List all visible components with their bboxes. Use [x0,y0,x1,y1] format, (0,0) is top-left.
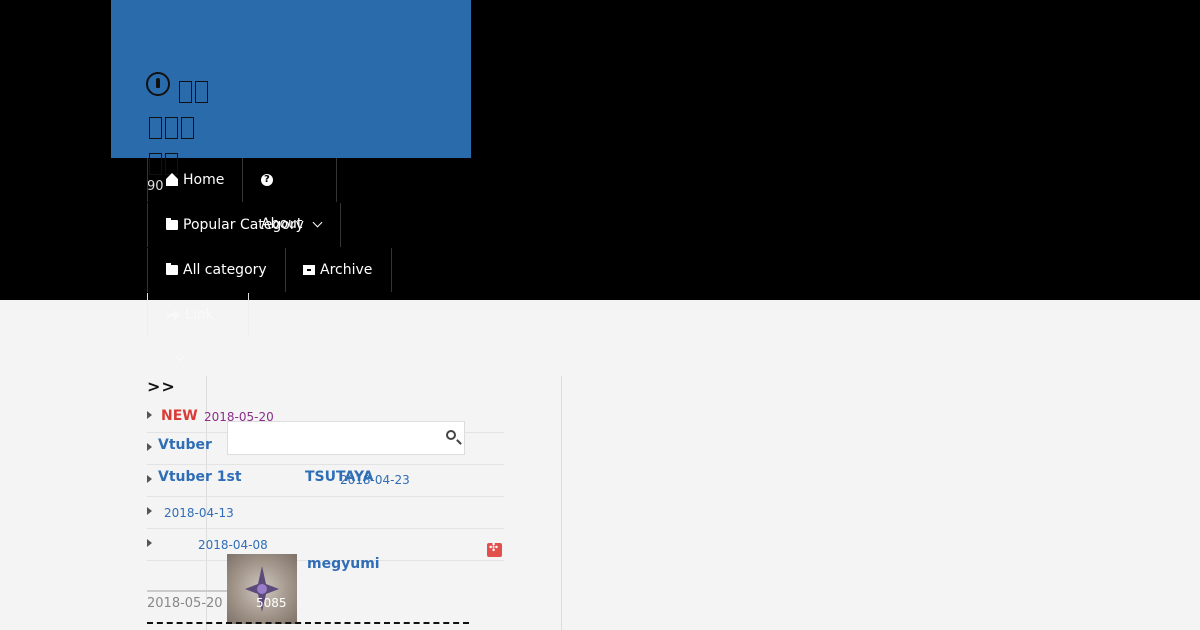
breadcrumb[interactable]: >> [147,377,176,396]
post-date: 2018-05-20 [147,596,223,611]
avatar[interactable] [227,554,297,624]
list-item-date: 2018-04-23 [340,473,410,487]
nav-all-category-label: All category [183,262,267,278]
nav-archive-label: Archive [320,262,373,278]
folder-icon [166,263,178,275]
bullet-icon [147,443,152,451]
archive-icon [303,265,315,275]
nav-archive[interactable]: Archive [285,248,392,292]
column-divider [561,376,562,630]
list-item-title[interactable]: Vtuber 1st [158,469,242,485]
bullet-icon [147,539,152,547]
home-icon [166,173,178,186]
nav-all-category[interactable]: All category [147,248,286,292]
bullet-icon [147,475,152,483]
nav-link[interactable]: Link [147,293,249,362]
nav-popular-label: Popular Category [183,217,304,233]
list-item[interactable]: Vtuber 1st TSUTAYA 2018-04-23 [147,465,504,497]
chevron-down-icon [312,217,323,228]
divider [147,590,227,592]
chevron-down-icon [174,351,185,362]
share-icon [166,294,180,320]
bullet-icon [147,507,152,515]
dashed-divider [147,622,469,628]
list-item-title[interactable]: Vtuber [158,437,212,453]
search-input[interactable] [227,421,465,455]
nav-link-label: Link [185,307,214,323]
list-item-date: 2018-04-08 [198,538,268,552]
post-author[interactable]: megyumi [307,556,380,572]
post-views: 5085 [256,596,287,610]
folder-icon [166,218,178,230]
nav-popular-category[interactable]: Popular Category [147,203,341,247]
nav-home-label: Home [183,172,225,188]
hatena-bookmark-icon[interactable] [487,541,502,557]
search-icon[interactable] [446,430,456,440]
list-item-date: 2018-04-13 [164,506,234,520]
new-badge: NEW [161,408,198,424]
nav-home[interactable]: Home [147,158,244,202]
bullet-icon [147,411,152,419]
list-item[interactable]: 2018-04-13 [147,497,504,529]
question-circle-icon [261,158,273,202]
nav-about[interactable]: About [243,158,337,232]
